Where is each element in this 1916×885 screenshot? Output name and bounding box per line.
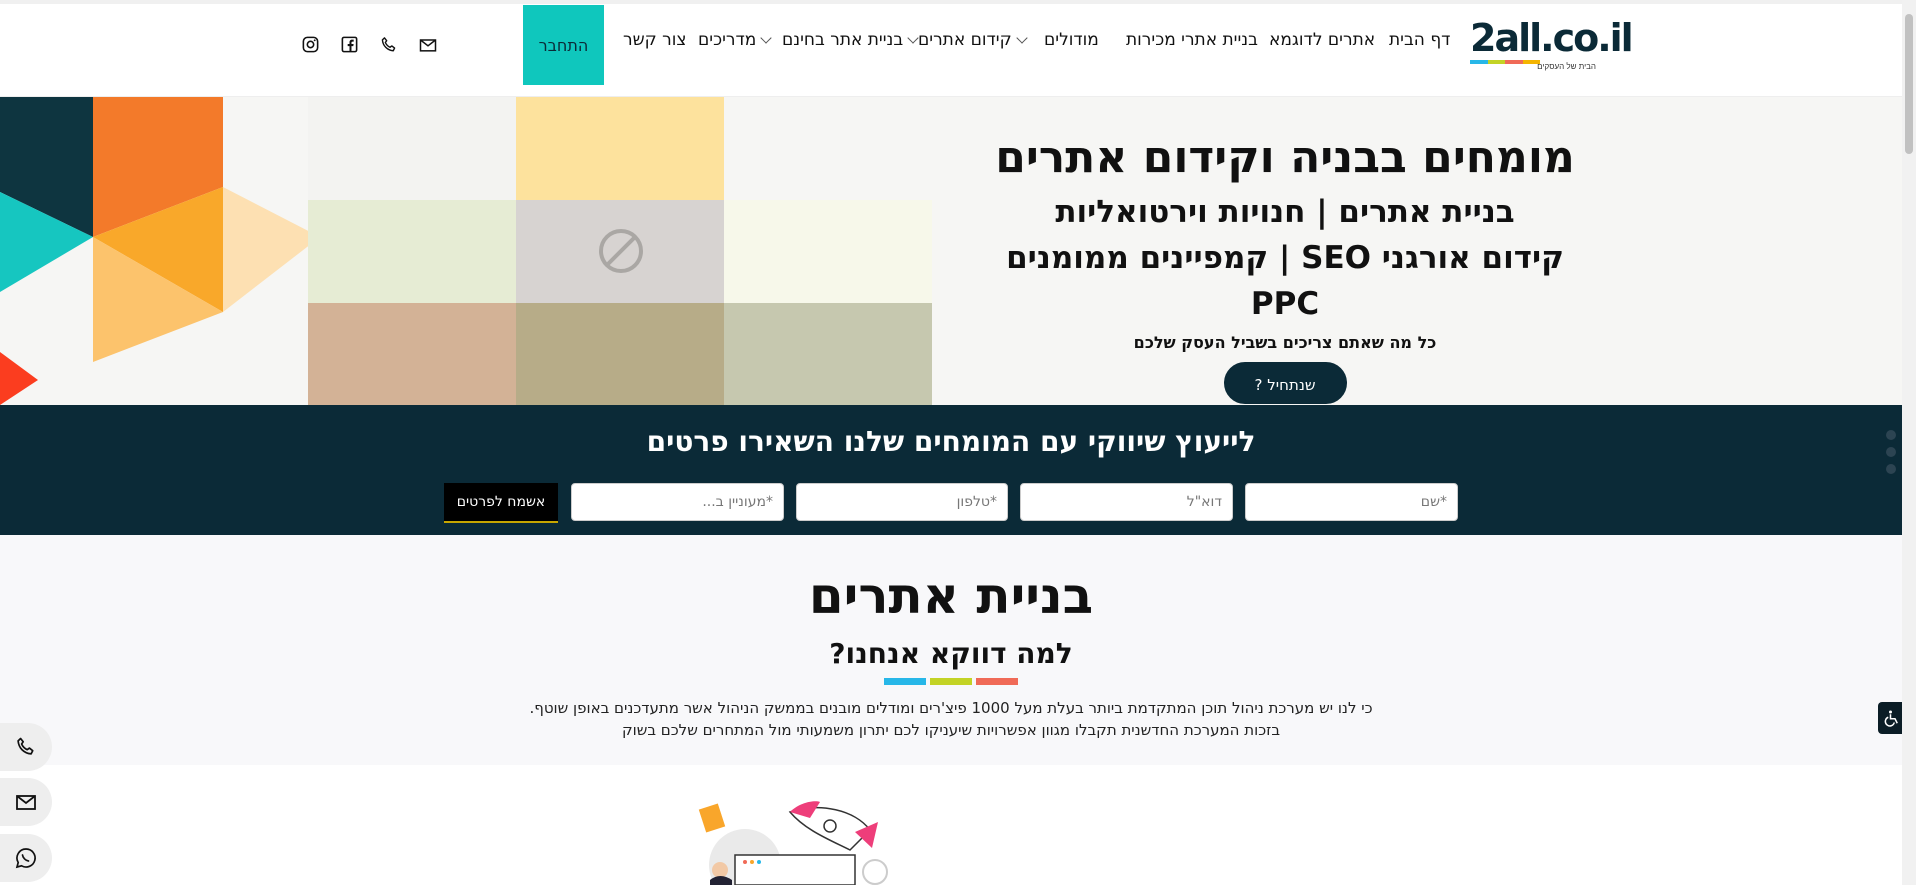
logo-text: 2all.co.il <box>1470 16 1634 60</box>
page-scrollbar[interactable] <box>1902 0 1916 885</box>
nav-item-guides[interactable]: מדריכים <box>698 30 772 50</box>
nav-item-free-site[interactable]: בניית אתר בחינם <box>782 30 919 50</box>
phone-icon[interactable] <box>378 34 399 55</box>
interest-field[interactable] <box>571 483 784 521</box>
consult-form-strip: לייעוץ שיווקי עם המומחים שלנו השאירו פרט… <box>0 405 1902 535</box>
hero-title: מומחים בבניה וקידום אתרים <box>995 132 1575 183</box>
hero-subtitle: כל מה שאתם צריכים בשביל העסק שלכם <box>1133 333 1437 352</box>
section-title: בניית אתרים <box>808 567 1094 625</box>
start-button[interactable]: שנתחיל ? <box>1223 362 1347 404</box>
nav-label: בניית אתרי מכירות <box>1126 30 1258 50</box>
nav-item-examples[interactable]: אתרים לדוגמא <box>1269 30 1375 50</box>
top-border <box>0 0 1902 4</box>
slider-dot[interactable] <box>1886 447 1896 457</box>
facebook-icon[interactable] <box>339 34 360 55</box>
logo-tagline: הבית של העסקים <box>1537 62 1596 71</box>
no-image-icon <box>599 229 643 273</box>
email-field[interactable] <box>1020 483 1233 521</box>
nav-label: קידום אתרים <box>918 30 1012 50</box>
nav-item-ecommerce[interactable]: בניית אתרי מכירות <box>1126 30 1258 50</box>
slider-dot[interactable] <box>1886 430 1896 440</box>
nav-label: מדריכים <box>698 30 757 50</box>
nav-item-seo[interactable]: קידום אתרים <box>918 30 1028 50</box>
whatsapp-icon <box>15 848 36 869</box>
chevron-down-icon <box>1016 32 1028 44</box>
chevron-down-icon <box>760 32 772 44</box>
hero-text-block: מומחים בבניה וקידום אתרים בניית אתרים | … <box>990 127 1580 404</box>
header-social-icons <box>300 34 438 55</box>
hero-line-1: בניית אתרים | חנויות וירטואליות <box>1055 194 1515 230</box>
nav-label: אתרים לדוגמא <box>1269 30 1376 50</box>
nav-item-contact[interactable]: צור קשר <box>623 30 686 50</box>
scrollbar-thumb[interactable] <box>1905 14 1913 154</box>
why-us-section: בניית אתרים למה דווקא אנחנו? כי לנו יש מ… <box>0 535 1902 765</box>
section-body-line-1: כי לנו יש מערכת ניהול תוכן המתקדמת ביותר… <box>529 699 1373 717</box>
nav-label: בניית אתר בחינם <box>782 30 904 50</box>
slider-dots <box>1886 430 1896 474</box>
logo-color-bars <box>1470 60 1540 64</box>
section-body: כי לנו יש מערכת ניהול תוכן המתקדמת ביותר… <box>0 697 1902 741</box>
phone-icon <box>17 737 34 755</box>
accessibility-icon <box>1884 710 1898 727</box>
side-phone-button[interactable] <box>0 723 52 771</box>
submit-details-button[interactable]: אשמח לפרטים <box>444 483 558 523</box>
section-color-bars <box>0 678 1902 685</box>
section-body-line-2: בזכות המערכת החדשנית תקבלו מגוון אפשרויו… <box>622 721 1280 739</box>
section-subtitle: למה דווקא אנחנו? <box>829 637 1073 670</box>
site-logo[interactable]: 2all.co.il הבית של העסקים <box>1470 16 1634 72</box>
hero-geometric-decor <box>0 97 320 405</box>
side-whatsapp-button[interactable] <box>0 834 52 882</box>
phone-field[interactable] <box>796 483 1008 521</box>
chevron-down-icon <box>907 32 919 44</box>
mail-icon[interactable] <box>417 34 438 55</box>
side-mail-button[interactable] <box>0 778 52 826</box>
site-header: 2all.co.il הבית של העסקים דף הבית אתרים … <box>0 0 1902 97</box>
login-button[interactable]: התחבר <box>523 5 604 85</box>
mail-icon <box>16 795 36 810</box>
nav-item-home[interactable]: דף הבית <box>1389 30 1450 50</box>
hero-section: מומחים בבניה וקידום אתרים בניית אתרים | … <box>0 97 1902 405</box>
nav-item-modules[interactable]: מודולים <box>1044 30 1099 50</box>
rocket-illustration <box>698 801 888 885</box>
instagram-icon[interactable] <box>300 34 321 55</box>
nav-label: צור קשר <box>623 30 687 50</box>
slider-dot[interactable] <box>1886 464 1896 474</box>
nav-label: מודולים <box>1044 30 1099 50</box>
nav-label: דף הבית <box>1389 30 1451 50</box>
name-field[interactable] <box>1245 483 1458 521</box>
consult-title: לייעוץ שיווקי עם המומחים שלנו השאירו פרט… <box>646 425 1256 458</box>
hero-line-2: קידום אורגני SEO | קמפיינים ממומנים PPC <box>1006 240 1564 322</box>
hero-image-placeholder <box>308 97 933 405</box>
